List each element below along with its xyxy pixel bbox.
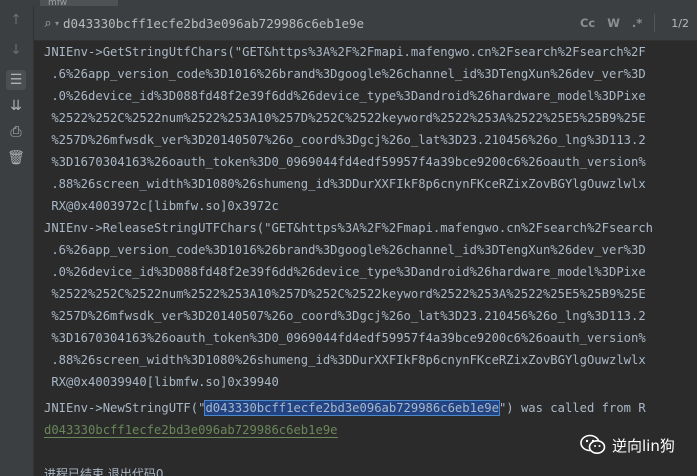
scroll-to-end-icon[interactable]: ⇊ bbox=[6, 96, 26, 116]
search-match-highlight: d043330bcff1ecfe2bd3e096ab729986c6eb1e9e bbox=[204, 400, 500, 416]
soft-wrap-icon[interactable]: ☰ bbox=[6, 70, 26, 90]
console-line: JNIEnv->GetStringUtfChars("GET&https%3A%… bbox=[44, 45, 646, 59]
divider bbox=[654, 14, 656, 32]
console-line: %257D%26mfwsdk_ver%3D20140507%26o_coord%… bbox=[44, 133, 646, 147]
newstring-prefix: JNIEnv->NewStringUTF(" bbox=[44, 401, 206, 415]
console-line: RX@0x40039940[libmfw.so]0x39940 bbox=[44, 375, 279, 389]
chevron-down-icon[interactable]: ▾ bbox=[55, 19, 59, 28]
search-input[interactable]: d043330bcff1ecfe2bd3e096ab729986c6eb1e9e bbox=[63, 16, 580, 31]
wechat-logo-icon bbox=[580, 434, 606, 456]
console-line: .0%26device_id%3D088fd48f2e39f6dd%26devi… bbox=[44, 265, 646, 279]
console-line: %2522%252C%2522num%2522%253A10%257D%252C… bbox=[44, 287, 646, 301]
watermark: 逆向lin狗 bbox=[580, 434, 675, 456]
exit-status-text: 进程已结束,退出代码0 bbox=[44, 467, 164, 476]
newstring-suffix: ") was called from R bbox=[498, 401, 646, 415]
console-line: .6%26app_version_code%3D1016%26brand%3Dg… bbox=[44, 67, 646, 81]
regex-button[interactable]: .* bbox=[632, 16, 642, 30]
console-line: %3D1670304163%26oauth_token%3D0_0969044f… bbox=[44, 155, 646, 169]
whole-word-button[interactable]: W bbox=[607, 16, 620, 30]
console-line: .88%26screen_width%3D1080%26shumeng_id%3… bbox=[44, 177, 646, 191]
console-output[interactable]: JNIEnv->GetStringUtfChars("GET&https%3A%… bbox=[34, 41, 697, 476]
result-value: d043330bcff1ecfe2bd3e096ab729986c6eb1e9e bbox=[44, 423, 338, 438]
arrow-down-icon[interactable]: ↓ bbox=[6, 40, 26, 60]
console-line: .6%26app_version_code%3D1016%26brand%3Dg… bbox=[44, 243, 646, 257]
console-line: JNIEnv->ReleaseStringUTFChars("GET&https… bbox=[44, 221, 654, 235]
console-line: %2522%252C%2522num%2522%253A10%257D%252C… bbox=[44, 111, 646, 125]
console-toolbar: ↑ ↓ ☰ ⇊ ⎙ 🗑 bbox=[0, 6, 34, 476]
console-line: RX@0x4003972c[libmfw.so]0x3972c bbox=[44, 199, 279, 213]
find-bar: ⌕ ▾ d043330bcff1ecfe2bd3e096ab729986c6eb… bbox=[34, 6, 697, 41]
trash-icon[interactable]: 🗑 bbox=[6, 148, 26, 168]
print-icon[interactable]: ⎙ bbox=[6, 122, 26, 142]
match-count: 1/2 bbox=[671, 16, 689, 30]
console-line: .0%26device_id%3D088fd48f2e39f6dd%26devi… bbox=[44, 89, 646, 103]
watermark-text: 逆向lin狗 bbox=[612, 436, 675, 455]
console-line-newstring: JNIEnv->NewStringUTF("d043330bcff1ecfe2b… bbox=[44, 397, 646, 419]
arrow-up-icon[interactable]: ↑ bbox=[6, 10, 26, 30]
console-line: %3D1670304163%26oauth_token%3D0_0969044f… bbox=[44, 331, 646, 345]
console-line: .88%26screen_width%3D1080%26shumeng_id%3… bbox=[44, 353, 646, 367]
match-case-button[interactable]: Cc bbox=[580, 16, 595, 30]
console-line-result: d043330bcff1ecfe2bd3e096ab729986c6eb1e9e bbox=[44, 419, 338, 441]
console-line: %257D%26mfwsdk_ver%3D20140507%26o_coord%… bbox=[44, 309, 646, 323]
